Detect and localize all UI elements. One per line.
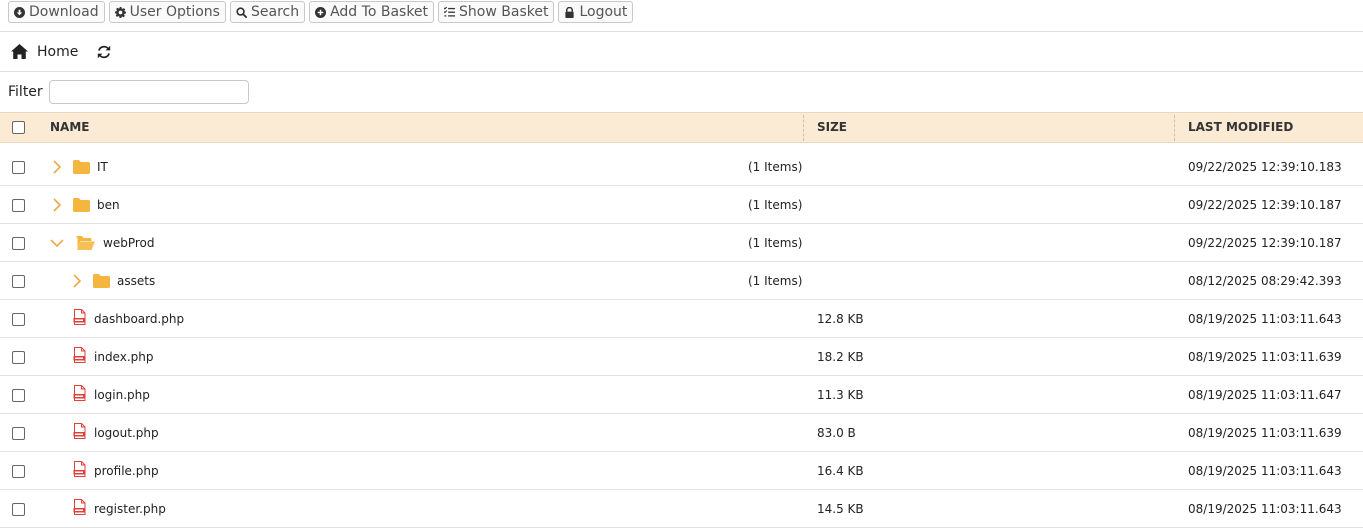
folder-icon <box>73 160 90 174</box>
row-checkbox[interactable] <box>12 199 25 212</box>
file-list: IT (1 Items) 09/22/2025 12:39:10.183 ben (1 … <box>0 148 1363 528</box>
item-name[interactable]: index.php <box>94 350 153 364</box>
php-file-icon <box>73 309 86 325</box>
folder-icon <box>73 198 90 212</box>
item-count: (1 Items) <box>748 274 803 288</box>
item-last-modified: 08/19/2025 11:03:11.647 <box>1188 388 1342 402</box>
item-size: 83.0 B <box>817 426 856 440</box>
search-button[interactable]: Search <box>229 1 306 23</box>
logout-button[interactable]: Logout <box>558 1 634 23</box>
column-header-modified[interactable]: LAST MODIFIED <box>1188 113 1293 142</box>
item-count: (1 Items) <box>748 160 803 174</box>
item-size: 14.5 KB <box>817 502 864 516</box>
select-all-checkbox[interactable] <box>12 121 25 134</box>
breadcrumb-home[interactable]: Home <box>37 44 78 60</box>
item-last-modified: 08/19/2025 11:03:11.643 <box>1188 312 1342 326</box>
item-size: 16.4 KB <box>817 464 864 478</box>
row-checkbox[interactable] <box>12 503 25 516</box>
table-header: NAME SIZE LAST MODIFIED <box>0 112 1363 143</box>
filter-input[interactable] <box>48 80 249 104</box>
php-file-icon <box>73 499 86 515</box>
item-name[interactable]: login.php <box>94 388 150 402</box>
row-checkbox[interactable] <box>12 465 25 478</box>
item-count: (1 Items) <box>748 236 803 250</box>
column-header-name[interactable]: NAME <box>50 113 89 142</box>
filter-label: Filter <box>8 84 43 100</box>
item-name[interactable]: logout.php <box>94 426 159 440</box>
search-button-label: Search <box>250 4 300 20</box>
refresh-icon[interactable] <box>97 45 111 59</box>
item-name[interactable]: dashboard.php <box>94 312 184 326</box>
item-last-modified: 09/22/2025 12:39:10.187 <box>1188 236 1342 250</box>
item-size: 18.2 KB <box>817 350 864 364</box>
add-to-basket-button-label: Add To Basket <box>330 4 429 20</box>
file-row[interactable]: login.php 11.3 KB 08/19/2025 11:03:11.647 <box>0 376 1363 414</box>
item-last-modified: 08/19/2025 11:03:11.643 <box>1188 464 1342 478</box>
item-name[interactable]: profile.php <box>94 464 159 478</box>
php-file-icon <box>73 423 86 439</box>
column-header-size[interactable]: SIZE <box>817 113 847 142</box>
item-name[interactable]: register.php <box>94 502 166 516</box>
home-icon[interactable] <box>11 44 28 59</box>
download-button[interactable]: Download <box>8 1 105 23</box>
item-name[interactable]: webProd <box>103 236 154 250</box>
item-last-modified: 08/19/2025 11:03:11.639 <box>1188 350 1342 364</box>
file-row[interactable]: dashboard.php 12.8 KB 08/19/2025 11:03:11.… <box>0 300 1363 338</box>
php-file-icon <box>73 385 86 401</box>
lock-icon <box>565 6 575 18</box>
column-resize-handle[interactable] <box>1174 115 1175 141</box>
folder-row[interactable]: IT (1 Items) 09/22/2025 12:39:10.183 <box>0 148 1363 186</box>
chevron-right-icon[interactable] <box>52 198 63 212</box>
search-icon <box>236 6 247 18</box>
item-size: 11.3 KB <box>817 388 864 402</box>
file-row[interactable]: profile.php 16.4 KB 08/19/2025 11:03:11.64… <box>0 452 1363 490</box>
file-row[interactable]: index.php 18.2 KB 08/19/2025 11:03:11.639 <box>0 338 1363 376</box>
row-checkbox[interactable] <box>12 427 25 440</box>
add-to-basket-button[interactable]: Add To Basket <box>309 1 435 23</box>
user-options-button-label: User Options <box>129 4 220 20</box>
php-file-icon <box>73 461 86 477</box>
php-file-icon <box>73 347 86 363</box>
row-checkbox[interactable] <box>12 313 25 326</box>
list-icon <box>444 6 456 17</box>
folder-icon <box>93 274 110 288</box>
download-circle-icon <box>14 6 25 18</box>
chevron-down-icon[interactable] <box>50 238 64 249</box>
folder-row[interactable]: assets (1 Items) 08/12/2025 08:29:42.393 <box>0 262 1363 300</box>
row-checkbox[interactable] <box>12 161 25 174</box>
item-last-modified: 08/19/2025 11:03:11.643 <box>1188 502 1342 516</box>
row-checkbox[interactable] <box>12 389 25 402</box>
file-row[interactable]: logout.php 83.0 B 08/19/2025 11:03:11.639 <box>0 414 1363 452</box>
user-options-button[interactable]: User Options <box>108 1 226 23</box>
breadcrumb: Home <box>0 32 1363 72</box>
show-basket-button[interactable]: Show Basket <box>438 1 555 23</box>
show-basket-button-label: Show Basket <box>459 4 549 20</box>
row-checkbox[interactable] <box>12 351 25 364</box>
item-last-modified: 09/22/2025 12:39:10.183 <box>1188 160 1342 174</box>
folder-row[interactable]: ben (1 Items) 09/22/2025 12:39:10.187 <box>0 186 1363 224</box>
column-resize-handle[interactable] <box>803 115 804 141</box>
logout-button-label: Logout <box>579 4 628 20</box>
toolbar: Download User Options Search Add To Bask… <box>0 0 1363 32</box>
gear-icon <box>114 6 126 18</box>
row-checkbox[interactable] <box>12 237 25 250</box>
item-name[interactable]: assets <box>117 274 155 288</box>
download-button-label: Download <box>29 4 99 20</box>
item-size: 12.8 KB <box>817 312 864 326</box>
item-last-modified: 08/12/2025 08:29:42.393 <box>1188 274 1342 288</box>
row-checkbox[interactable] <box>12 275 25 288</box>
item-name[interactable]: ben <box>97 198 120 212</box>
item-count: (1 Items) <box>748 198 803 212</box>
item-last-modified: 09/22/2025 12:39:10.187 <box>1188 198 1342 212</box>
chevron-right-icon[interactable] <box>72 274 83 288</box>
item-name[interactable]: IT <box>97 160 108 174</box>
item-last-modified: 08/19/2025 11:03:11.639 <box>1188 426 1342 440</box>
filter-bar: Filter <box>0 72 1363 112</box>
folder-row[interactable]: webProd (1 Items) 09/22/2025 12:39:10.187 <box>0 224 1363 262</box>
folder-open-icon <box>76 236 95 250</box>
plus-circle-icon <box>315 6 327 18</box>
chevron-right-icon[interactable] <box>52 160 63 174</box>
file-row[interactable]: register.php 14.5 KB 08/19/2025 11:03:11.6… <box>0 490 1363 528</box>
